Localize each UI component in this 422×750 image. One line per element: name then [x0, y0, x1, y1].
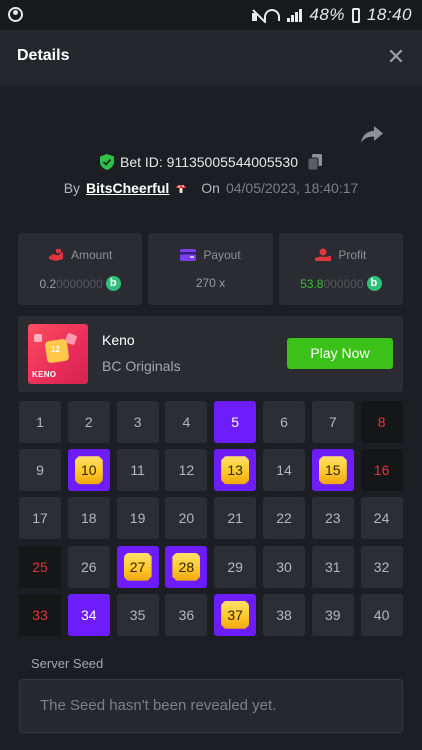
play-now-button[interactable]: Play Now — [287, 338, 393, 369]
account-icon — [8, 7, 23, 22]
keno-cell: 17 — [19, 497, 61, 540]
hit-gem-number: 28 — [172, 552, 201, 581]
copy-icon[interactable] — [308, 154, 322, 170]
server-seed-field: The Seed hasn't been revealed yet. — [19, 679, 403, 733]
hit-gem-number: 13 — [221, 456, 250, 485]
by-label: By — [63, 180, 81, 196]
coins-icon — [48, 249, 63, 261]
bet-author-row: By BitsCheerful On 04/05/2023, 18:40:17 — [0, 180, 422, 196]
hit-gem-number: 10 — [74, 456, 103, 485]
keno-cell: 12 — [165, 449, 208, 492]
amount-card: Amount 0.20000000 — [18, 233, 143, 305]
clock: 18:40 — [366, 5, 412, 24]
page-title: Details — [17, 47, 70, 64]
on-label: On — [201, 180, 220, 196]
keno-cell-drawn-miss: 25 — [19, 545, 61, 588]
mute-icon — [252, 13, 258, 21]
keno-cell: 30 — [263, 545, 305, 588]
keno-cell: 22 — [263, 497, 305, 540]
keno-cell: 18 — [67, 497, 110, 540]
keno-cell: 23 — [311, 497, 354, 540]
keno-cell: 29 — [214, 545, 257, 588]
thumbnail-logo-text: KENO — [32, 370, 57, 379]
profit-hand-icon — [315, 248, 332, 261]
hit-gem-number: 15 — [318, 456, 347, 485]
amount-value: 0.2 — [39, 276, 57, 291]
keno-thumbnail[interactable]: 12 KENO — [28, 324, 88, 384]
keno-cell: 39 — [311, 593, 354, 636]
keno-cell: 7 — [311, 401, 354, 443]
hit-gem-number: 27 — [123, 552, 152, 581]
payout-card: Payout 270 x — [148, 233, 273, 305]
bet-stats: Amount 0.20000000 Payout 270 x Profit — [18, 233, 403, 305]
close-button[interactable]: ✕ — [384, 45, 408, 69]
keno-cell: 9 — [19, 449, 61, 492]
wifi-icon — [264, 9, 281, 21]
mushroom-icon — [176, 185, 187, 193]
amount-value-trailing: 0000000 — [56, 276, 103, 291]
keno-cell-hit: 15 — [311, 449, 354, 492]
battery-percent: 48% — [309, 5, 345, 24]
profit-value-trailing: 000000 — [323, 276, 364, 291]
keno-cell: 26 — [67, 545, 110, 588]
game-provider: BC Originals — [102, 358, 181, 374]
keno-cell: 4 — [165, 401, 208, 443]
keno-cell: 1 — [19, 401, 61, 443]
keno-cell-hit: 13 — [214, 449, 257, 492]
keno-cell-picked: 5 — [214, 401, 257, 443]
game-name: Keno — [102, 332, 135, 348]
shield-check-icon — [99, 154, 114, 170]
server-seed-label: Server Seed — [31, 656, 104, 671]
keno-cell-hit: 28 — [165, 545, 208, 588]
bet-id-row: Bet ID: 91135005544005530 — [0, 154, 422, 170]
keno-cell-picked: 34 — [67, 593, 110, 636]
keno-cell: 24 — [360, 497, 403, 540]
profit-label: Profit — [338, 248, 367, 262]
keno-cell: 3 — [116, 401, 159, 443]
keno-cell-hit: 37 — [214, 593, 257, 636]
keno-cell-drawn-miss: 16 — [360, 449, 403, 492]
battery-icon — [351, 7, 360, 23]
keno-cell: 19 — [116, 497, 159, 540]
payout-label: Payout — [203, 248, 241, 262]
bcd-coin-icon — [105, 276, 121, 291]
profit-card: Profit 53.8000000 — [278, 233, 403, 305]
bet-id: Bet ID: 91135005544005530 — [119, 154, 298, 170]
keno-cell: 31 — [311, 545, 354, 588]
thumbnail-number: 12 — [51, 345, 60, 354]
keno-cell: 38 — [263, 593, 305, 636]
hit-gem-number: 37 — [221, 600, 250, 629]
keno-cell: 32 — [360, 545, 403, 588]
amount-label: Amount — [70, 248, 113, 262]
game-card: 12 KENO Keno BC Originals Play Now — [18, 316, 403, 392]
wallet-icon — [180, 249, 197, 261]
signal-icon — [287, 8, 303, 22]
keno-cell-hit: 27 — [116, 545, 159, 588]
keno-cell: 21 — [214, 497, 257, 540]
keno-cell: 40 — [360, 593, 403, 636]
keno-cell: 14 — [263, 449, 305, 492]
profit-value: 53.8 — [300, 276, 324, 291]
keno-cell-hit: 10 — [67, 449, 110, 492]
keno-cell: 6 — [263, 401, 305, 443]
share-icon[interactable] — [360, 124, 384, 144]
payout-value: 270 x — [195, 276, 226, 290]
keno-cell-drawn-miss: 33 — [19, 593, 61, 636]
keno-cell-drawn-miss: 8 — [360, 401, 403, 443]
keno-cell: 20 — [165, 497, 208, 540]
keno-cell: 11 — [116, 449, 159, 492]
bet-date: 04/05/2023, 18:40:17 — [225, 180, 359, 196]
keno-cell: 2 — [67, 401, 110, 443]
status-bar-right: 48% 18:40 — [252, 5, 412, 25]
username-link[interactable]: BitsCheerful — [86, 180, 169, 196]
keno-cell: 35 — [116, 593, 159, 636]
status-bar: 48% 18:40 — [0, 0, 422, 30]
keno-cell: 36 — [165, 593, 208, 636]
details-header: Details ✕ — [0, 30, 422, 86]
bcd-coin-icon — [366, 276, 382, 291]
